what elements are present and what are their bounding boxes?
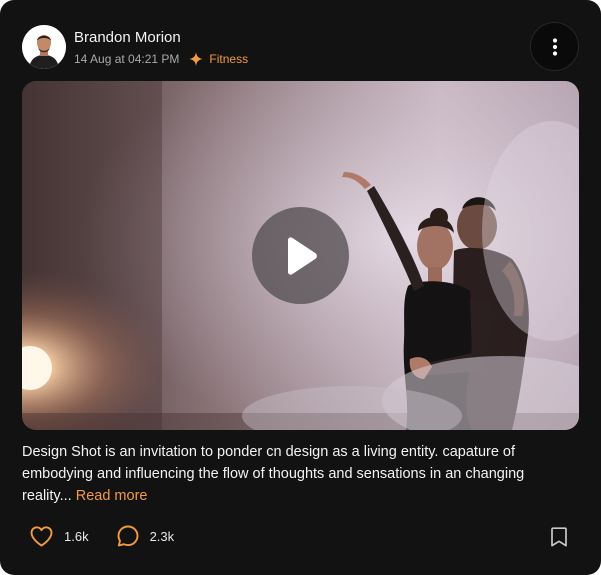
comment-bubble-icon	[117, 525, 139, 547]
author-meta: Brandon Morion 14 Aug at 04:21 PM Fitnes…	[74, 29, 248, 66]
read-more-link[interactable]: Read more	[76, 488, 148, 504]
bookmark-icon	[551, 527, 567, 547]
heart-icon	[30, 525, 53, 546]
post-subline: 14 Aug at 04:21 PM Fitness	[74, 51, 248, 66]
avatar[interactable]	[22, 25, 66, 69]
post-actions: 1.6k 2.3k	[30, 525, 174, 547]
post-header: Brandon Morion 14 Aug at 04:21 PM Fitnes…	[22, 25, 248, 69]
post-category[interactable]: Fitness	[209, 52, 248, 66]
author-name[interactable]: Brandon Morion	[74, 29, 248, 47]
video-thumbnail[interactable]	[22, 81, 579, 430]
comment-button[interactable]: 2.3k	[117, 525, 175, 547]
play-icon	[287, 236, 317, 275]
post-caption: Design Shot is an invitation to ponder c…	[22, 441, 567, 507]
sparkle-icon	[189, 51, 204, 66]
like-button[interactable]: 1.6k	[30, 525, 89, 547]
post-card: Brandon Morion 14 Aug at 04:21 PM Fitnes…	[0, 0, 601, 575]
bookmark-button[interactable]	[550, 527, 568, 552]
more-vertical-icon	[552, 37, 557, 56]
post-timestamp: 14 Aug at 04:21 PM	[74, 51, 180, 66]
play-button[interactable]	[252, 207, 349, 304]
more-options-button[interactable]	[530, 22, 579, 71]
comment-count: 2.3k	[149, 528, 175, 544]
like-count: 1.6k	[64, 528, 89, 544]
